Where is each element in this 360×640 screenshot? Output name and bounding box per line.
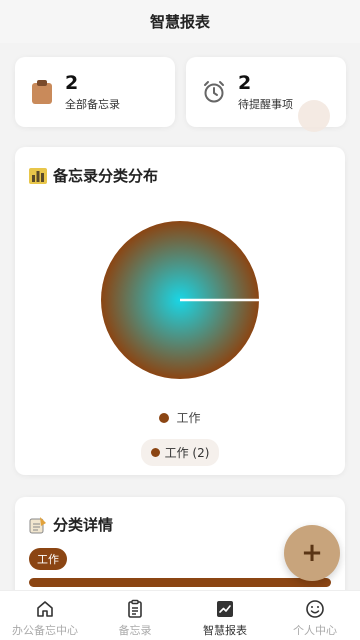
- bar-chart-icon: [29, 167, 47, 184]
- chip-color-swatch: [150, 448, 160, 457]
- tab-label: 办公备忘中心: [12, 624, 78, 637]
- app-header: 智慧报表: [0, 0, 360, 43]
- stat-value: 2: [65, 72, 79, 94]
- tab-memos[interactable]: 备忘录: [90, 591, 180, 640]
- page-title: 智慧报表: [149, 13, 210, 31]
- tab-personal-center[interactable]: 个人中心: [270, 591, 360, 640]
- home-icon: [37, 601, 53, 617]
- category-chip[interactable]: 工作 (2): [140, 439, 220, 466]
- tab-smart-reports[interactable]: 智慧报表: [180, 591, 270, 640]
- details-title: 分类详情: [53, 516, 114, 534]
- stat-label: 全部备忘录: [65, 98, 120, 111]
- list-icon: [128, 599, 142, 618]
- tab-office-memo-center[interactable]: 办公备忘中心: [0, 591, 90, 640]
- bottom-tab-bar: 办公备忘中心 备忘录 智慧报表 个人中心: [0, 590, 360, 640]
- chart-icon: [217, 601, 233, 617]
- stat-value: 2: [238, 72, 252, 94]
- touch-ripple: [298, 100, 330, 132]
- tab-label: 个人中心: [293, 624, 337, 637]
- stat-card-all-memos[interactable]: 2 全部备忘录: [15, 57, 175, 127]
- pie-chart: [101, 221, 259, 379]
- tab-label: 智慧报表: [203, 624, 247, 637]
- distribution-title: 备忘录分类分布: [53, 167, 159, 185]
- tab-label: 备忘录: [118, 624, 152, 637]
- memo-icon: [29, 516, 46, 533]
- stat-label: 待提醒事项: [238, 98, 293, 111]
- alarm-clock-icon: [204, 81, 224, 103]
- category-tag: 工作: [29, 548, 67, 570]
- category-progress-bar: [29, 578, 331, 587]
- chip-label: 工作 (2): [164, 446, 210, 460]
- legend-label: 工作: [176, 411, 201, 425]
- clipboard-icon: [32, 80, 52, 104]
- smiley-icon: [306, 600, 324, 618]
- chart-legend: 工作: [15, 409, 345, 426]
- legend-color-swatch: [159, 412, 170, 423]
- category-distribution-card: 备忘录分类分布 工作 工作 (2): [15, 147, 345, 475]
- add-memo-button[interactable]: +: [284, 525, 340, 581]
